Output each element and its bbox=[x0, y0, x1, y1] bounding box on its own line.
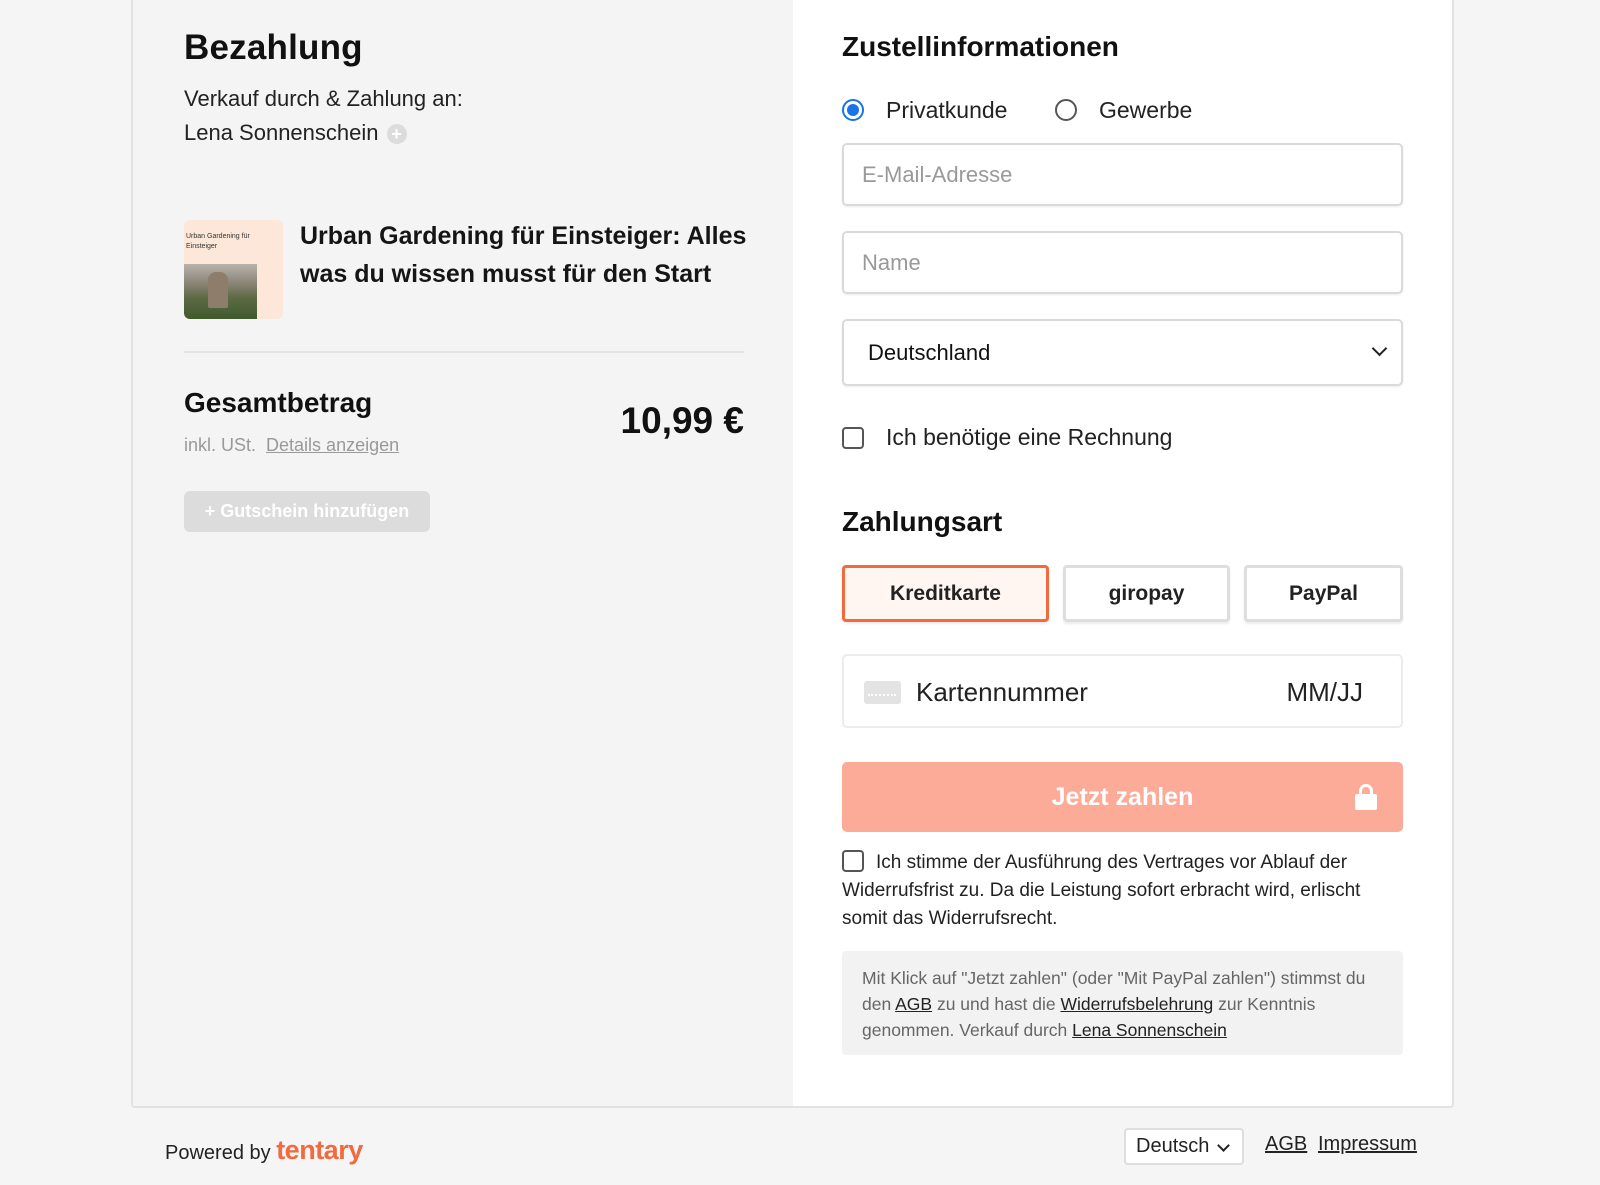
powered-by-label: Powered by bbox=[165, 1142, 271, 1164]
page-title: Bezahlung bbox=[184, 28, 363, 67]
legal-notice: Mit Klick auf "Jetzt zahlen" (oder "Mit … bbox=[842, 951, 1403, 1055]
total-subline: inkl. USt. Details anzeigen bbox=[184, 435, 399, 456]
seller-name: Lena Sonnenschein bbox=[184, 120, 379, 145]
seller-row: Lena Sonnenschein + bbox=[184, 120, 407, 146]
consent-checkbox[interactable] bbox=[842, 850, 864, 872]
add-coupon-button[interactable]: + Gutschein hinzufügen bbox=[184, 491, 430, 532]
footer-impressum-link[interactable]: Impressum bbox=[1318, 1133, 1417, 1156]
product-thumbnail: Urban Gardening für Einsteiger bbox=[184, 220, 283, 319]
plus-circle-icon[interactable]: + bbox=[386, 124, 407, 145]
tentary-logo[interactable]: tentary bbox=[276, 1135, 363, 1165]
thumbnail-text: Urban Gardening für Einsteiger bbox=[186, 233, 250, 250]
order-summary-panel: Bezahlung Verkauf durch & Zahlung an: Le… bbox=[133, 0, 793, 1106]
country-select[interactable]: Deutschland bbox=[842, 319, 1403, 386]
checkout-form-panel: Zustellinformationen Privatkunde Gewerbe… bbox=[793, 0, 1452, 1106]
pay-now-label: Jetzt zahlen bbox=[1051, 782, 1194, 811]
tab-giropay[interactable]: giropay bbox=[1063, 565, 1230, 622]
radio-business-label: Gewerbe bbox=[1099, 96, 1193, 123]
delivery-title: Zustellinformationen bbox=[842, 31, 1119, 62]
pay-now-button[interactable]: Jetzt zahlen bbox=[842, 762, 1403, 832]
seller-intro: Verkauf durch & Zahlung an: bbox=[184, 86, 463, 111]
seller-link[interactable]: Lena Sonnenschein bbox=[1072, 1020, 1227, 1040]
powered-by: Powered by tentary bbox=[165, 1135, 363, 1166]
language-value: Deutsch bbox=[1136, 1135, 1210, 1157]
widerruf-link[interactable]: Widerrufsbelehrung bbox=[1061, 994, 1214, 1014]
invoice-label: Ich benötige eine Rechnung bbox=[886, 424, 1173, 450]
divider bbox=[184, 351, 744, 353]
radio-private-label: Privatkunde bbox=[886, 96, 1008, 123]
consent-row: Ich stimme der Ausführung des Vertrages … bbox=[842, 849, 1403, 933]
payment-title: Zahlungsart bbox=[842, 506, 1003, 537]
checkout-card: Bezahlung Verkauf durch & Zahlung an: Le… bbox=[131, 0, 1454, 1108]
card-expiry-field[interactable]: MM/JJ bbox=[1286, 677, 1363, 708]
consent-text: Ich stimme der Ausführung des Vertrages … bbox=[842, 852, 1361, 929]
invoice-checkbox-row[interactable]: Ich benötige eine Rechnung bbox=[842, 424, 1172, 451]
total-amount: 10,99 € bbox=[620, 400, 744, 441]
radio-private[interactable]: Privatkunde bbox=[842, 95, 1007, 125]
radio-business[interactable]: Gewerbe bbox=[1055, 95, 1192, 125]
thumbnail-person bbox=[208, 272, 228, 308]
language-select[interactable]: Deutsch bbox=[1124, 1128, 1244, 1165]
agb-link[interactable]: AGB bbox=[895, 994, 932, 1014]
lock-icon bbox=[1355, 784, 1377, 810]
country-value: Deutschland bbox=[868, 339, 991, 365]
legal-text-2: zu und hast die bbox=[932, 994, 1061, 1014]
tax-note: inkl. USt. bbox=[184, 435, 257, 455]
total-label: Gesamtbetrag bbox=[184, 387, 373, 418]
radio-private-control[interactable] bbox=[842, 99, 864, 121]
invoice-checkbox[interactable] bbox=[842, 426, 864, 449]
credit-card-icon bbox=[864, 681, 901, 704]
name-field[interactable]: Name bbox=[842, 231, 1403, 294]
details-link[interactable]: Details anzeigen bbox=[266, 435, 399, 455]
tab-creditcard[interactable]: Kreditkarte bbox=[842, 565, 1049, 622]
card-input[interactable]: Kartennummer MM/JJ bbox=[842, 654, 1403, 728]
tab-paypal[interactable]: PayPal bbox=[1244, 565, 1403, 622]
chevron-down-icon bbox=[1371, 340, 1388, 357]
product-title: Urban Gardening für Einsteiger: Alles wa… bbox=[300, 222, 747, 288]
radio-business-control[interactable] bbox=[1055, 99, 1077, 121]
chevron-down-icon bbox=[1217, 1139, 1230, 1152]
footer-agb-link[interactable]: AGB bbox=[1265, 1133, 1307, 1156]
card-number-field[interactable]: Kartennummer bbox=[916, 677, 1088, 708]
email-field[interactable]: E-Mail-Adresse bbox=[842, 143, 1403, 206]
